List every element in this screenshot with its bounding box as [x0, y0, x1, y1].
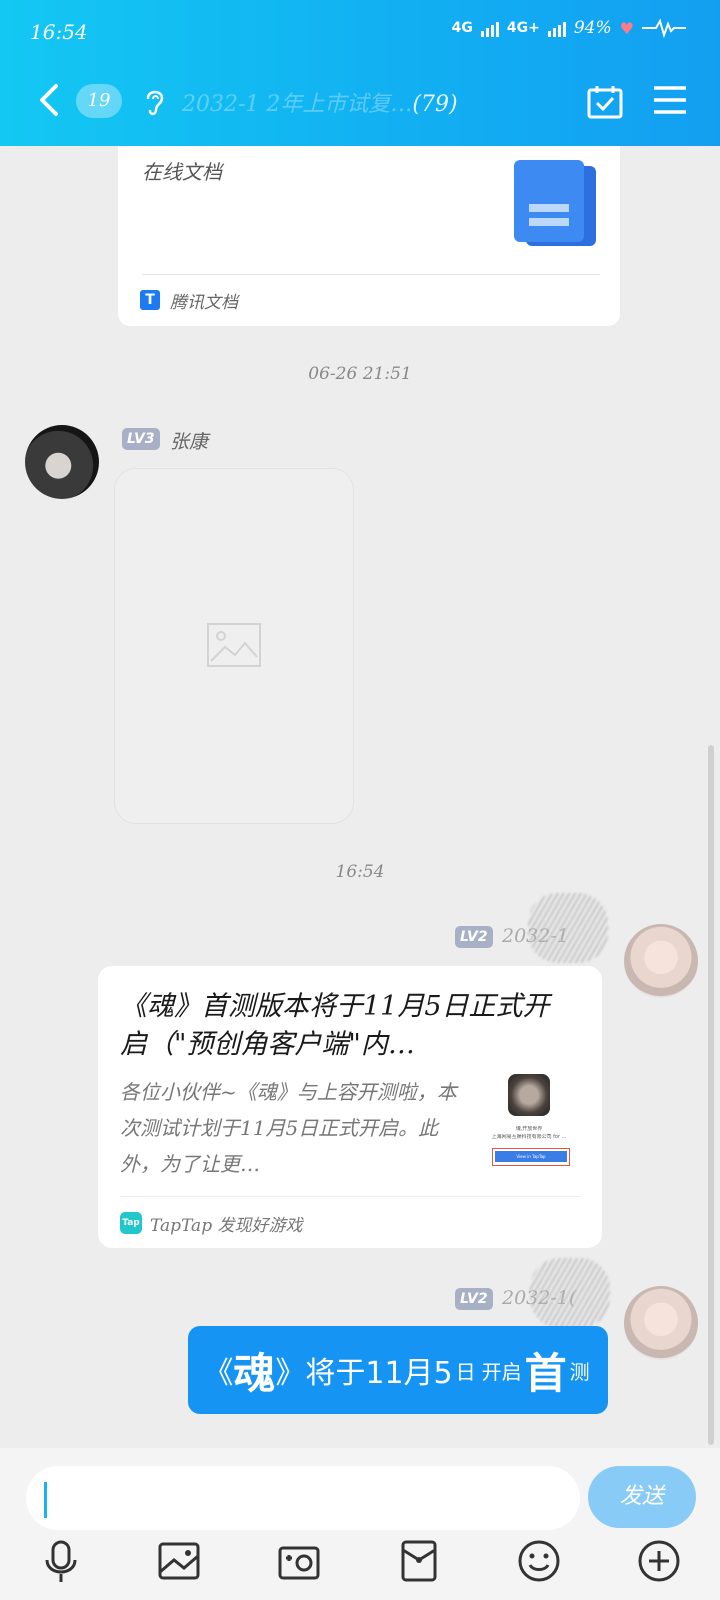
title-visible-part: 2032-1: [182, 92, 267, 117]
level-badge: LV2: [455, 926, 493, 948]
text-part: 日: [455, 1359, 476, 1384]
card-thumbnail: 魂,开放世界 上海网易互娱科技有限公司 for ... View in TapT…: [486, 1074, 572, 1170]
card-title: 《魂》首测版本将于11月5日正式开启（"预创角客户端"内…: [120, 991, 550, 1060]
plus-icon[interactable]: [636, 1538, 682, 1584]
text-message-bubble[interactable]: 《魂》将于11月5 日开启首测: [188, 1326, 608, 1414]
camera-icon[interactable]: [276, 1538, 322, 1584]
thumb-line: 上海网易互娱科技有限公司 for ...: [491, 1134, 567, 1140]
text-part: 测: [569, 1359, 590, 1384]
battery-label: 94%: [573, 18, 612, 38]
mic-icon[interactable]: [38, 1538, 84, 1584]
redaction-scribble: [530, 1258, 610, 1328]
doc-source-label: 腾讯文档: [170, 293, 238, 313]
game-logo: [508, 1074, 550, 1116]
text-part: 《: [203, 1356, 234, 1391]
scrollbar[interactable]: [708, 745, 714, 1445]
text-part: 》将于11月5: [275, 1356, 453, 1391]
card-description: 各位小伙伴~《魂》与上容开测啦，本次测试计划于11月5日正式开启。此外，为了让更…: [120, 1080, 457, 1176]
picture-icon[interactable]: [156, 1538, 202, 1584]
text-part: 开启: [481, 1359, 522, 1384]
thumb-button-label: View in TapTap: [495, 1151, 567, 1162]
title-blurred-part: 2年上市试复…: [266, 92, 413, 117]
shared-doc-card[interactable]: 在线文档 T 腾讯文档: [118, 146, 620, 326]
red-packet-icon[interactable]: [396, 1538, 442, 1584]
level-badge: LV3: [122, 428, 160, 450]
ear-icon[interactable]: [144, 86, 166, 118]
redaction-scribble: [528, 893, 608, 963]
timestamp: 16:54: [335, 862, 385, 882]
text-part: 魂: [233, 1348, 276, 1398]
message-input[interactable]: [26, 1466, 580, 1530]
level-badge: LV2: [455, 1288, 493, 1310]
emoji-icon[interactable]: [516, 1538, 562, 1584]
input-area: 发送: [0, 1448, 720, 1600]
back-icon[interactable]: [34, 82, 64, 118]
sender-name: 张康: [170, 431, 209, 453]
divider: [120, 1196, 580, 1197]
taptap-icon: Tap: [120, 1212, 142, 1234]
avatar[interactable]: [25, 425, 99, 499]
thumb-line: 魂,开放世界: [515, 1126, 543, 1132]
text-caret: [44, 1482, 47, 1518]
timestamp: 06-26 21:51: [308, 364, 412, 384]
signal-icon: [480, 19, 499, 37]
avatar[interactable]: [624, 924, 698, 998]
top-bar: 16:54 4G 4G+ 94% ♥ 19 2032-1 2年上市试复…(79): [0, 0, 720, 146]
taptap-share-card[interactable]: 《魂》首测版本将于11月5日正式开启（"预创角客户端"内… 各位小伙伴~《魂》与…: [98, 966, 602, 1248]
unread-count-badge[interactable]: 19: [76, 84, 122, 118]
chat-title[interactable]: 2032-1 2年上市试复…(79): [182, 86, 458, 118]
signal-icon-2: [547, 19, 566, 37]
doc-description: 在线文档: [142, 160, 222, 184]
divider: [142, 274, 600, 275]
network-4g-label: 4G: [451, 20, 473, 36]
heart-icon: ♥: [619, 18, 634, 38]
menu-icon[interactable]: [652, 84, 688, 116]
thumb-button: View in TapTap: [492, 1148, 570, 1166]
status-time: 16:54: [30, 20, 88, 44]
network-4g-plus-label: 4G+: [506, 20, 540, 36]
send-button[interactable]: 发送: [588, 1466, 696, 1528]
card-source-label: TapTap 发现好游戏: [150, 1216, 303, 1236]
document-icon: [514, 160, 596, 246]
image-message[interactable]: [114, 468, 354, 824]
text-part: 首: [524, 1348, 567, 1398]
tencent-docs-icon: T: [140, 290, 160, 310]
avatar[interactable]: [624, 1286, 698, 1360]
image-placeholder-icon: [207, 623, 261, 667]
pulse-icon: [642, 18, 686, 38]
member-count: (79): [412, 92, 458, 117]
calendar-check-icon[interactable]: [586, 84, 624, 120]
status-icons: 4G 4G+ 94% ♥: [452, 18, 686, 38]
